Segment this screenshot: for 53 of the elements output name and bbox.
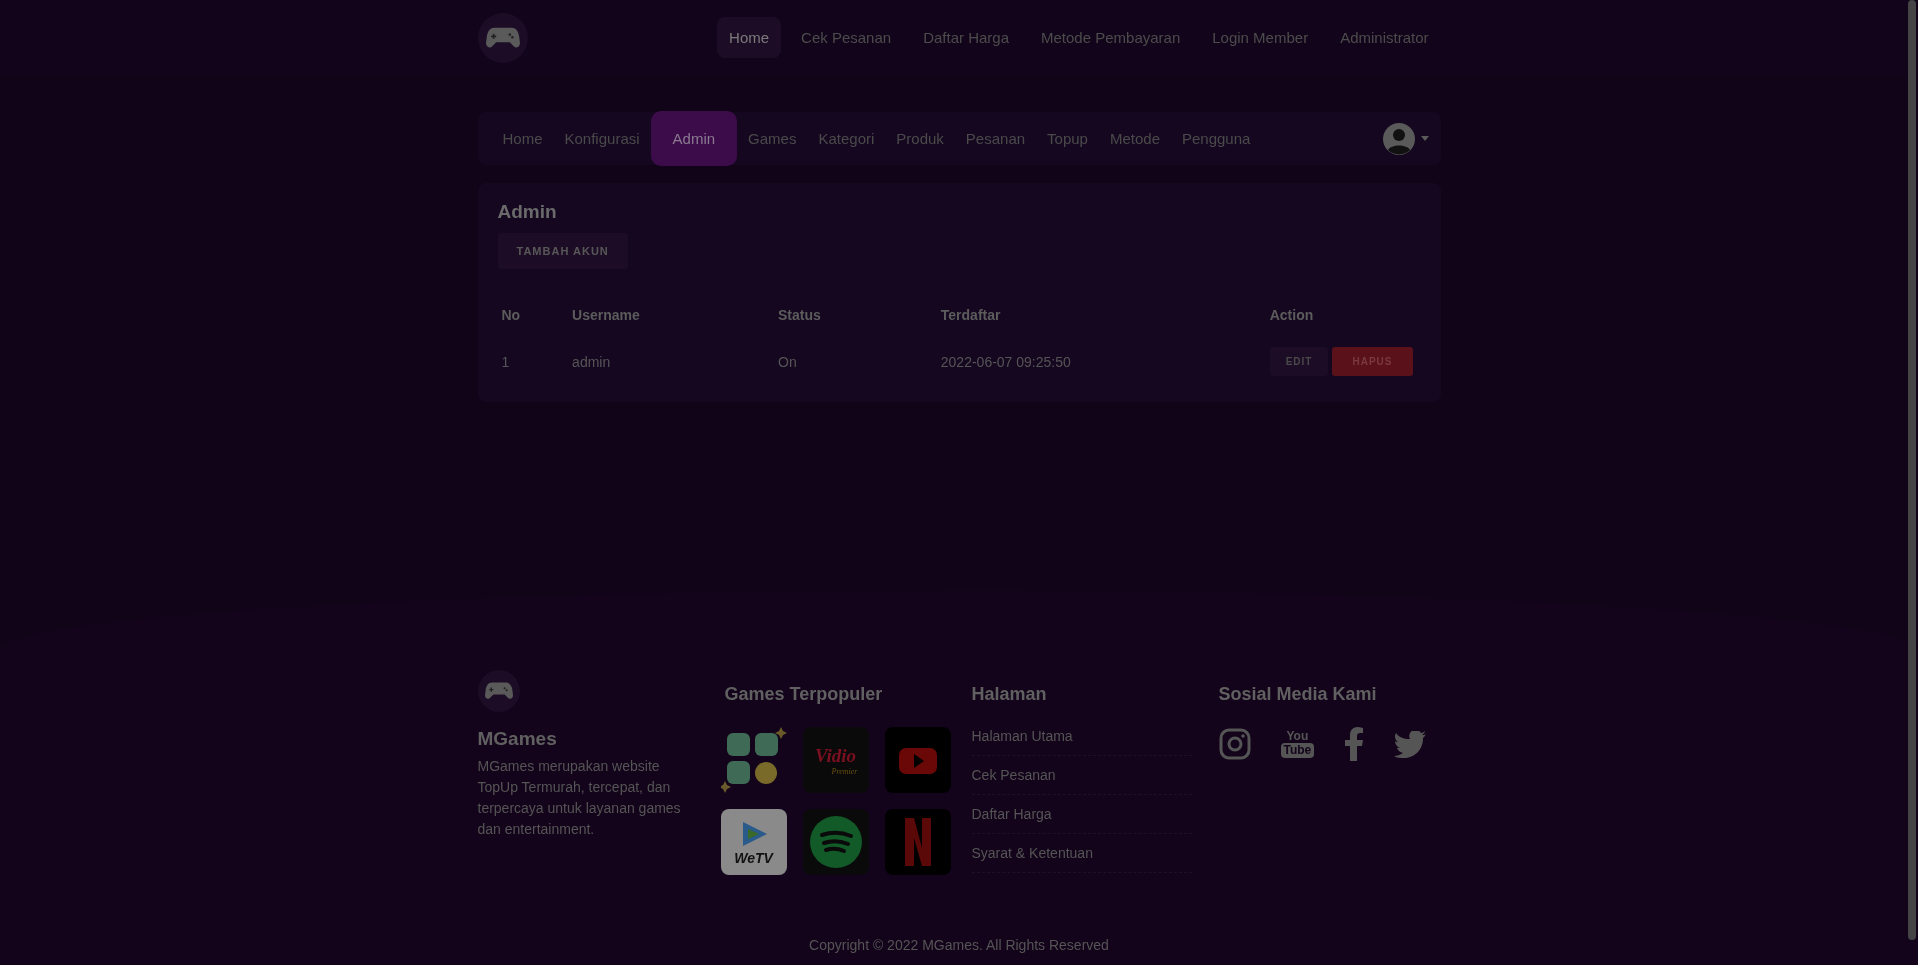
section-heading: Games Terpopuler: [724, 684, 884, 705]
coins-app-icon: [720, 727, 787, 793]
nav-link[interactable]: Cek Pesanan: [789, 17, 904, 58]
nav-tab[interactable]: Produk: [885, 111, 955, 166]
nav-link[interactable]: Home: [717, 17, 782, 58]
music-app-icon: [802, 809, 869, 875]
scrollbar[interactable]: [1908, 0, 1916, 940]
column-header: Terdaftar: [939, 306, 1002, 325]
card-title: Admin: [497, 201, 558, 223]
caret-icon[interactable]: [1420, 136, 1429, 141]
nav-tab[interactable]: Pesanan: [954, 111, 1037, 166]
footer-link[interactable]: Daftar Harga: [971, 795, 1192, 834]
nav-tab[interactable]: Games: [737, 111, 808, 166]
table-cell-text: On: [777, 352, 798, 372]
column-header: No: [500, 306, 522, 325]
gamepad-icon: [484, 681, 513, 701]
nav-tab[interactable]: Admin: [650, 111, 738, 166]
facebook-icon[interactable]: [1344, 727, 1365, 761]
copyright-text: Copyright © 2022 MGames. All Rights Reserved: [808, 937, 1110, 953]
add-account-button[interactable]: TAMBAH AKUN: [497, 233, 628, 269]
about-text: MGames merupakan website TopUp Termurah, tercepat, dan terpercaya untuk layanan games dan entertainment.: [477, 757, 682, 839]
gamepad-icon: [485, 25, 520, 50]
nav-link[interactable]: Login Member: [1200, 17, 1321, 58]
section-heading: Halaman: [971, 684, 1048, 705]
table-cell-text: 1: [500, 352, 511, 372]
column-header: Action: [1268, 306, 1315, 325]
brand-name: MGames: [477, 728, 558, 750]
table-cell-text: 2022-06-07 09:25:50: [939, 352, 1072, 372]
vidio-logo-tile: Vidio Premier: [802, 727, 869, 793]
nav-link[interactable]: Metode Pembayaran: [1029, 17, 1193, 58]
wetv-logo-tile: WeTV: [720, 809, 787, 875]
instagram-icon[interactable]: [1218, 728, 1251, 760]
footer-link[interactable]: Cek Pesanan: [971, 756, 1192, 795]
footer-link[interactable]: Syarat & Ketentuan: [971, 834, 1192, 873]
column-header: Status: [777, 306, 822, 325]
nav-tab[interactable]: Metode: [1098, 111, 1171, 166]
nav-tab[interactable]: Topup: [1036, 111, 1099, 166]
bird-icon[interactable]: [1394, 730, 1427, 758]
nav-link[interactable]: Daftar Harga: [911, 17, 1021, 58]
video-play-icon: [884, 727, 951, 793]
table-cell-text: admin: [571, 352, 612, 372]
nav-tab[interactable]: Pengguna: [1171, 111, 1262, 166]
nav-link[interactable]: Administrator: [1328, 17, 1441, 58]
nav-tab[interactable]: Kategori: [807, 111, 886, 166]
section-heading: Sosial Media Kami: [1218, 684, 1378, 705]
footer-link[interactable]: Halaman Utama: [971, 717, 1192, 756]
letter-n-icon: [884, 809, 951, 875]
nav-tab[interactable]: Konfigurasi: [553, 111, 651, 166]
nav-tab[interactable]: Home: [491, 111, 554, 166]
column-header: Username: [571, 306, 641, 325]
logo-badge[interactable]: [477, 670, 520, 712]
edit-button[interactable]: EDIT: [1269, 347, 1329, 376]
user-avatar-icon[interactable]: [1382, 122, 1415, 155]
